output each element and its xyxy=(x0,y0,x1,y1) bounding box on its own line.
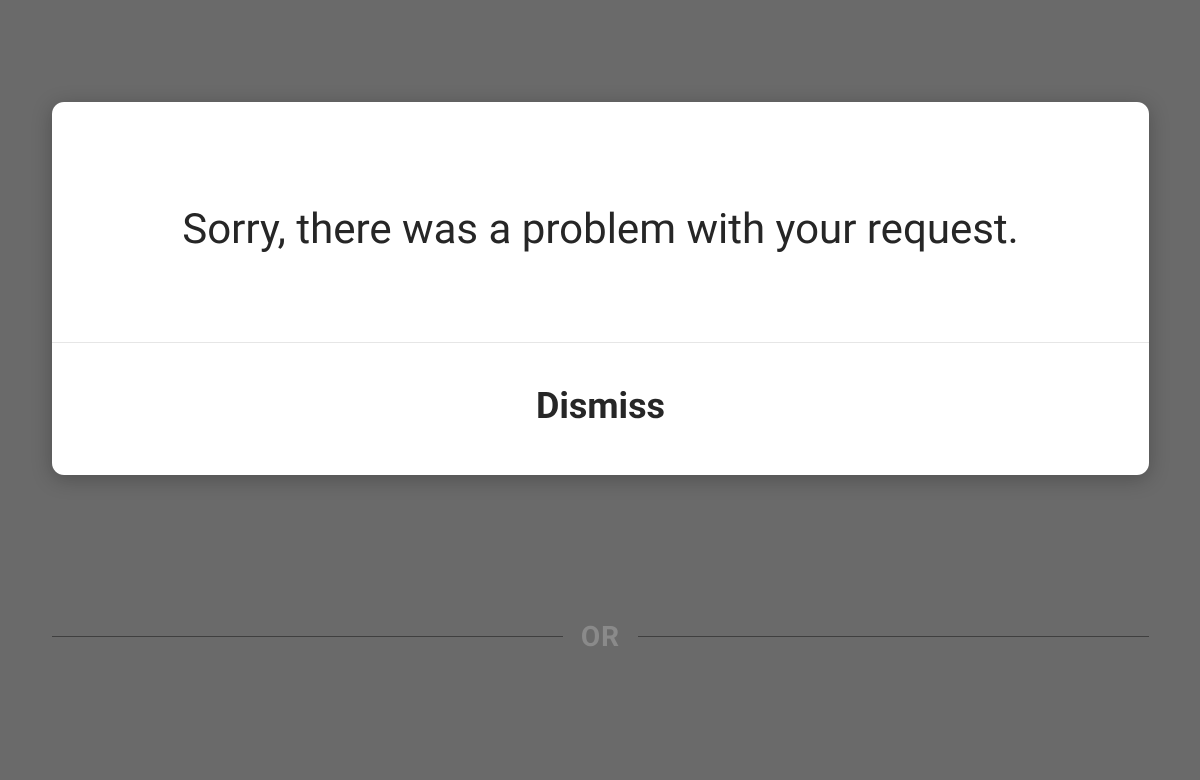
background-separator: OR xyxy=(52,620,1149,653)
modal-message: Sorry, there was a problem with your req… xyxy=(112,197,1089,262)
dismiss-button[interactable]: Dismiss xyxy=(52,343,1149,475)
separator-line-right xyxy=(638,636,1149,637)
separator-label: OR xyxy=(563,620,638,653)
modal-body: Sorry, there was a problem with your req… xyxy=(52,102,1149,342)
error-modal: Sorry, there was a problem with your req… xyxy=(52,102,1149,475)
separator-line-left xyxy=(52,636,563,637)
